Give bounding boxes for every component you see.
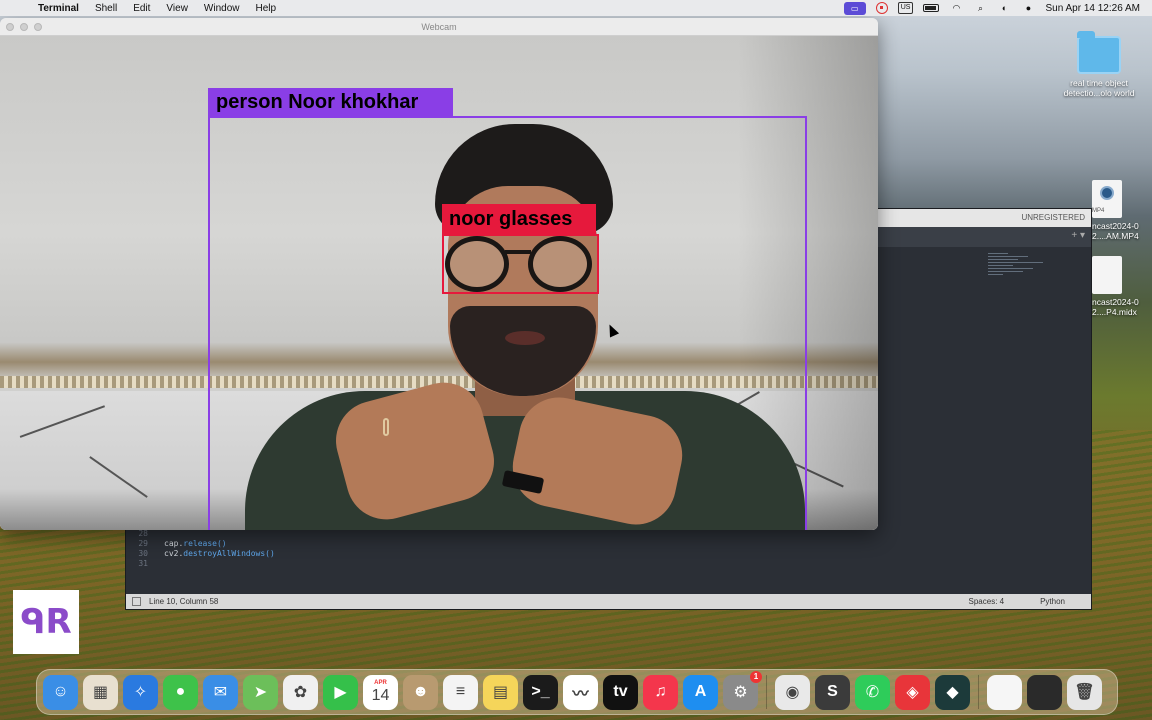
notification-badge: 1 (750, 670, 762, 683)
filmora-icon[interactable]: ◆ (935, 674, 970, 710)
logo-mark-icon: ᑫR (20, 602, 72, 642)
panel-toggle-icon[interactable] (132, 597, 141, 606)
desktop-mp4-file[interactable]: MP4 ncast2024-0 2....AM.MP4 (1092, 180, 1150, 241)
whatsapp-icon[interactable]: ✆ (855, 674, 890, 710)
line-number: 30 (138, 549, 148, 558)
input-source-indicator[interactable]: US (897, 2, 914, 14)
line-number: 31 (138, 559, 148, 568)
minimize-window-icon[interactable] (20, 23, 28, 31)
calendar-month: APR (374, 680, 387, 686)
document-file-icon (1092, 256, 1122, 294)
settings-icon[interactable]: ⚙ 1 (723, 670, 762, 710)
chrome-icon[interactable]: ◉ (775, 674, 810, 710)
webcam-titlebar[interactable]: Webcam (0, 18, 878, 36)
safari-icon[interactable]: ✧ (123, 674, 158, 710)
code-line: 31 (126, 559, 275, 569)
menu-edit[interactable]: Edit (125, 3, 158, 14)
terminal-icon[interactable]: >_ (523, 674, 558, 710)
sublime-icon[interactable]: S (815, 674, 850, 710)
calendar-icon[interactable]: APR 14 (363, 674, 398, 710)
video-file-icon: MP4 (1092, 180, 1122, 218)
screen-recorder-icon[interactable]: ▭ (843, 1, 866, 15)
reminders-icon[interactable]: ≡ (443, 674, 478, 710)
appstore-icon[interactable]: A (683, 674, 718, 710)
code-function: destroyAllWindows() (183, 549, 275, 558)
code-text: cap. (164, 539, 184, 548)
record-stop-icon[interactable] (875, 2, 888, 14)
facetime-icon[interactable]: ▶ (323, 674, 358, 710)
desktop-midx-label: ncast2024-0 2....P4.midx (1092, 297, 1139, 317)
folder-icon (1077, 31, 1121, 74)
code-line: 28 (126, 529, 275, 539)
glasses-detection-label: noor glasses (442, 204, 596, 234)
line-number: 28 (138, 529, 148, 538)
menu-view[interactable]: View (158, 3, 196, 14)
desktop-midx-file[interactable]: ncast2024-0 2....P4.midx (1092, 256, 1150, 317)
window-controls (6, 23, 42, 31)
messages-icon[interactable]: ● (163, 674, 198, 710)
music-icon[interactable]: ♫ (643, 674, 678, 710)
tv-icon[interactable]: tv (603, 674, 638, 710)
contacts-icon[interactable]: ☻ (403, 674, 438, 710)
menu-help[interactable]: Help (248, 3, 285, 14)
dock-separator (978, 675, 979, 709)
menu-shell[interactable]: Shell (87, 3, 125, 14)
dock: ☺ ▦ ✧ ● ✉ ➤ ✿ ▶ APR 14 ☻ ≡ ▤ >_ 〰 tv ♫ A ⚙ 1 ◉ S ✆ ◈ ◆ 🗑 (36, 669, 1118, 715)
finder-icon[interactable]: ☺ (43, 674, 78, 710)
editor-status-bar: Line 10, Column 58 Spaces: 4 Python (126, 594, 1091, 609)
notes-icon[interactable]: ▤ (483, 674, 518, 710)
webcam-window-title: Webcam (421, 22, 457, 32)
dock-separator (766, 675, 767, 709)
anydesk-icon[interactable]: ◈ (895, 674, 930, 710)
line-number: 29 (138, 539, 148, 548)
zoom-window-icon[interactable] (34, 23, 42, 31)
calendar-day: 14 (371, 687, 390, 704)
code-function: release() (183, 539, 227, 548)
trash-icon[interactable]: 🗑 (1067, 674, 1102, 710)
video-thumbnail-icon (1100, 186, 1114, 200)
maps-icon[interactable]: ➤ (243, 674, 278, 710)
desktop-folder-icon[interactable]: real time object detectio...olo world (1058, 31, 1140, 98)
desktop-mp4-label: ncast2024-0 2....AM.MP4 (1092, 221, 1139, 241)
menu-clock[interactable]: Sun Apr 14 12:26 AM (1045, 3, 1140, 14)
editor-minimap[interactable] (988, 251, 1048, 291)
code-text: cv2. (164, 549, 184, 558)
photos-icon[interactable]: ✿ (283, 674, 318, 710)
battery-icon[interactable] (923, 4, 940, 12)
wifi-icon[interactable]: ◠ (949, 3, 963, 13)
status-tray: ▭ US ◠ ⌕ ◐ ● Sun Apr 14 12:26 AM (843, 1, 1152, 15)
indentation-setting[interactable]: Spaces: 4 (969, 597, 1005, 606)
code-line: 30 cv2. destroyAllWindows() (126, 549, 275, 559)
webcam-window[interactable]: Webcam person Noor khokhar noor glasses (0, 18, 878, 530)
document-icon[interactable] (987, 674, 1022, 710)
file-type-tag: MP4 (1092, 208, 1105, 214)
menu-bar: Terminal Shell Edit View Window Help ▭ U… (0, 0, 1152, 16)
editor-titlebar: UNREGISTERED (878, 209, 1091, 227)
webcam-feed: person Noor khokhar noor glasses (0, 36, 878, 530)
control-center-icon[interactable]: ◐ (997, 3, 1011, 13)
glasses-detection-box (442, 234, 599, 294)
person-detection-label: person Noor khokhar (208, 88, 453, 117)
freeform-icon[interactable]: 〰 (563, 674, 598, 710)
cursor-position[interactable]: Line 10, Column 58 (149, 597, 218, 606)
channel-logo: ᑫR (13, 590, 79, 654)
close-window-icon[interactable] (6, 23, 14, 31)
code-area[interactable]: 28 29 cap. release() 30 cv2. destroyAllWindo… (126, 529, 275, 569)
editor-tab-controls[interactable]: + ▾ (878, 227, 1091, 247)
code-line: 29 cap. release() (126, 539, 275, 549)
syntax-mode[interactable]: Python (1040, 597, 1065, 606)
spotlight-search-icon[interactable]: ⌕ (973, 3, 987, 13)
menu-app-name[interactable]: Terminal (30, 3, 87, 14)
launchpad-icon[interactable]: ▦ (83, 674, 118, 710)
menu-window[interactable]: Window (196, 3, 248, 14)
mail-icon[interactable]: ✉ (203, 674, 238, 710)
siri-icon[interactable]: ● (1021, 3, 1035, 13)
person-detection-box (208, 116, 807, 530)
desktop-folder-label: real time object detectio...olo world (1063, 78, 1135, 98)
terminal-window-icon[interactable] (1027, 674, 1062, 710)
